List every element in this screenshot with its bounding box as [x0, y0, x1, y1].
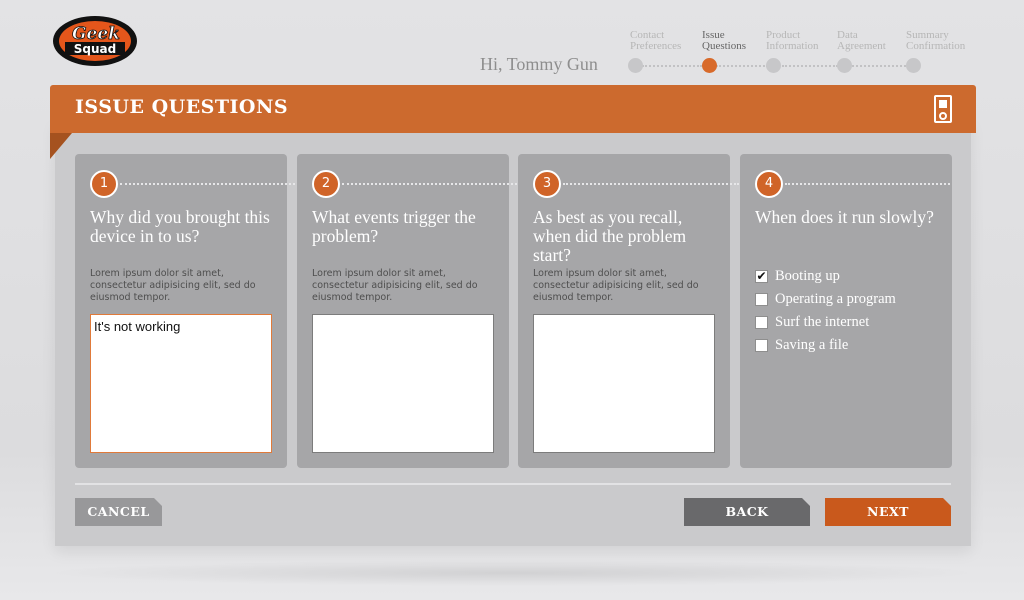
- question-title: Why did you brought this device in to us…: [90, 207, 270, 246]
- card-connector: [785, 183, 950, 185]
- question-card-1: 1 Why did you brought this device in to …: [75, 154, 287, 468]
- panel-shadow: [40, 560, 984, 586]
- question-description: Lorem ipsum dolor sit amet, consectetur …: [533, 268, 699, 303]
- question-title: As best as you recall, when did the prob…: [533, 207, 687, 265]
- card-connector: [342, 183, 517, 185]
- question-description: Lorem ipsum dolor sit amet, consectetur …: [312, 268, 478, 303]
- question-card-3: 3 As best as you recall, when did the pr…: [518, 154, 730, 468]
- card-connector: [120, 183, 295, 185]
- card-connector: [563, 183, 739, 185]
- step-dot-product-information[interactable]: [766, 58, 781, 73]
- step-dot-data-agreement[interactable]: [837, 58, 852, 73]
- next-button[interactable]: NEXT: [825, 498, 951, 526]
- step-label-product-information: Product Information: [766, 29, 819, 52]
- progress-stepper: Contact Preferences Issue Questions Produc…: [620, 30, 1000, 80]
- step-connector: [782, 65, 838, 67]
- answer-textarea-3[interactable]: [533, 314, 715, 453]
- media-player-icon: [934, 95, 952, 123]
- checkbox[interactable]: [755, 315, 768, 329]
- question-title: What events trigger the problem?: [312, 207, 476, 246]
- question-number-badge: 2: [312, 170, 340, 198]
- svg-text:Squad: Squad: [74, 42, 116, 56]
- question-number-badge: 4: [755, 170, 783, 198]
- section-header: ISSUE QUESTIONS: [50, 85, 976, 133]
- question-card-2: 2 What events trigger the problem? Lorem…: [297, 154, 509, 468]
- page-title: ISSUE QUESTIONS: [75, 96, 289, 118]
- step-connector: [642, 65, 702, 67]
- checkbox[interactable]: [755, 338, 768, 352]
- step-connector: [852, 65, 906, 67]
- option-label: Saving a file: [775, 336, 849, 353]
- option-label: Operating a program: [775, 290, 896, 307]
- step-label-summary-confirmation: Summary Confirmation: [906, 29, 966, 52]
- step-label-data-agreement: Data Agreement: [837, 29, 886, 52]
- option-label: Booting up: [775, 267, 840, 284]
- cancel-button[interactable]: CANCEL: [75, 498, 162, 526]
- back-button[interactable]: BACK: [684, 498, 810, 526]
- option-booting-up[interactable]: ✔ Booting up: [755, 267, 840, 285]
- step-dot-issue-questions[interactable]: [702, 58, 717, 73]
- question-number-badge: 3: [533, 170, 561, 198]
- question-number-badge: 1: [90, 170, 118, 198]
- answer-textarea-1[interactable]: It's not working: [90, 314, 272, 453]
- checkbox[interactable]: ✔: [755, 269, 768, 283]
- option-operating-a-program[interactable]: Operating a program: [755, 290, 896, 308]
- checkbox[interactable]: [755, 292, 768, 306]
- option-label: Surf the internet: [775, 313, 870, 330]
- question-card-4: 4 When does it run slowly? ✔ Booting up …: [740, 154, 952, 468]
- geek-squad-logo: Geek Squad: [53, 16, 137, 66]
- question-description: Lorem ipsum dolor sit amet, consectetur …: [90, 268, 256, 303]
- step-dot-contact-preferences[interactable]: [628, 58, 643, 73]
- step-connector: [716, 65, 768, 67]
- footer-divider: [75, 483, 951, 485]
- user-greeting: Hi, Tommy Gun: [480, 54, 598, 74]
- step-dot-summary-confirmation[interactable]: [906, 58, 921, 73]
- step-label-issue-questions: Issue Questions: [702, 29, 746, 52]
- option-surf-the-internet[interactable]: Surf the internet: [755, 313, 869, 331]
- question-title: When does it run slowly?: [755, 207, 934, 227]
- answer-textarea-2[interactable]: [312, 314, 494, 453]
- option-saving-a-file[interactable]: Saving a file: [755, 336, 848, 354]
- svg-text:Geek: Geek: [72, 24, 120, 44]
- header-ribbon-fold: [50, 133, 72, 159]
- step-label-contact-preferences: Contact Preferences: [630, 29, 682, 52]
